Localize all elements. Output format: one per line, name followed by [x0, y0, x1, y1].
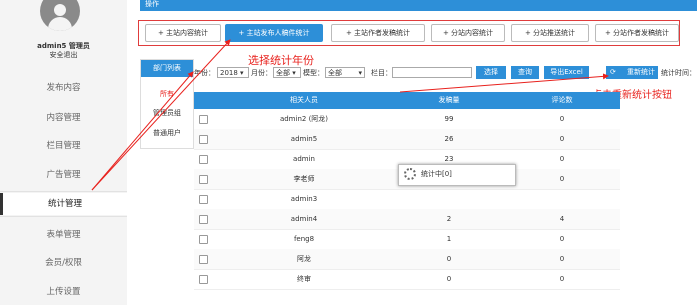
arrow-to-recount	[399, 73, 609, 93]
annotation-arrows	[91, 39, 609, 191]
arrow-to-year	[91, 71, 194, 191]
arrow-to-tab	[91, 39, 231, 191]
